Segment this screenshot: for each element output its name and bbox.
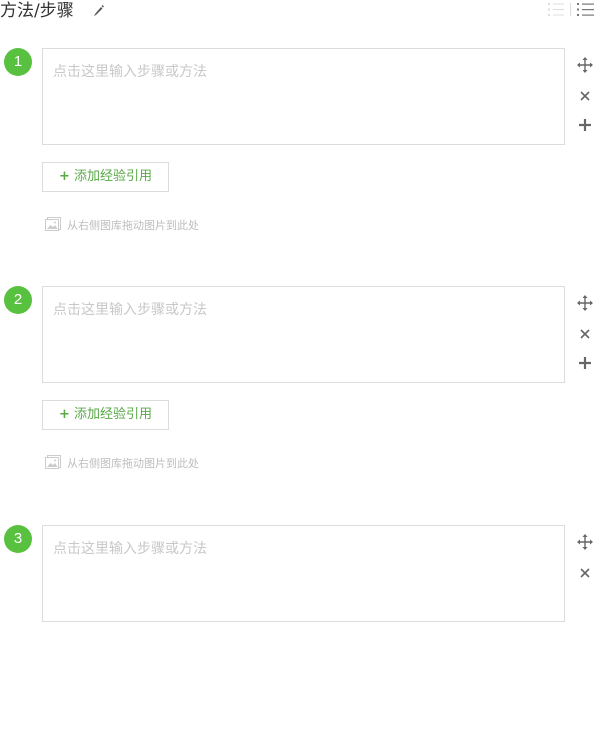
add-reference-label: 添加经验引用 <box>73 169 152 184</box>
add-reference-button[interactable]: + 添加经验引用 <box>42 400 169 430</box>
step-1: 1 点击这里输入步骤或方法 + 添加经验引用 从右侧图库拖动图片到此处 <box>0 48 595 258</box>
image-icon <box>45 217 61 231</box>
add-reference-button[interactable]: + 添加经验引用 <box>42 162 169 192</box>
close-icon[interactable] <box>576 564 594 582</box>
step-text-placeholder: 点击这里输入步骤或方法 <box>53 64 207 80</box>
ordered-list-icon[interactable] <box>548 2 564 17</box>
header-divider <box>570 3 571 16</box>
add-icon[interactable] <box>576 354 594 372</box>
pencil-icon[interactable] <box>92 3 104 17</box>
add-reference-label: 添加经验引用 <box>73 407 152 422</box>
unordered-list-icon[interactable] <box>577 2 594 17</box>
plus-icon: + <box>59 169 70 184</box>
close-icon[interactable] <box>576 87 594 105</box>
move-icon[interactable] <box>576 294 594 312</box>
section-title: 方法/步骤 <box>0 1 74 21</box>
step-number: 2 <box>4 286 32 314</box>
add-icon[interactable] <box>576 116 594 134</box>
close-icon[interactable] <box>576 325 594 343</box>
drag-hint-text: 从右侧图库拖动图片到此处 <box>67 219 199 232</box>
step-text-input[interactable]: 点击这里输入步骤或方法 <box>42 525 565 622</box>
step-text-placeholder: 点击这里输入步骤或方法 <box>53 541 207 557</box>
drag-hint-text: 从右侧图库拖动图片到此处 <box>67 457 199 470</box>
move-icon[interactable] <box>576 533 594 551</box>
step-2: 2 点击这里输入步骤或方法 + 添加经验引用 从右侧图库拖动图片到此处 <box>0 286 595 496</box>
step-3: 3 点击这里输入步骤或方法 <box>0 525 595 735</box>
step-number: 3 <box>4 525 32 553</box>
step-text-input[interactable]: 点击这里输入步骤或方法 <box>42 286 565 383</box>
section-header: 方法/步骤 <box>0 0 595 24</box>
step-text-placeholder: 点击这里输入步骤或方法 <box>53 302 207 318</box>
plus-icon: + <box>59 407 70 422</box>
image-icon <box>45 455 61 469</box>
move-icon[interactable] <box>576 56 594 74</box>
step-text-input[interactable]: 点击这里输入步骤或方法 <box>42 48 565 145</box>
step-number: 1 <box>4 48 32 76</box>
